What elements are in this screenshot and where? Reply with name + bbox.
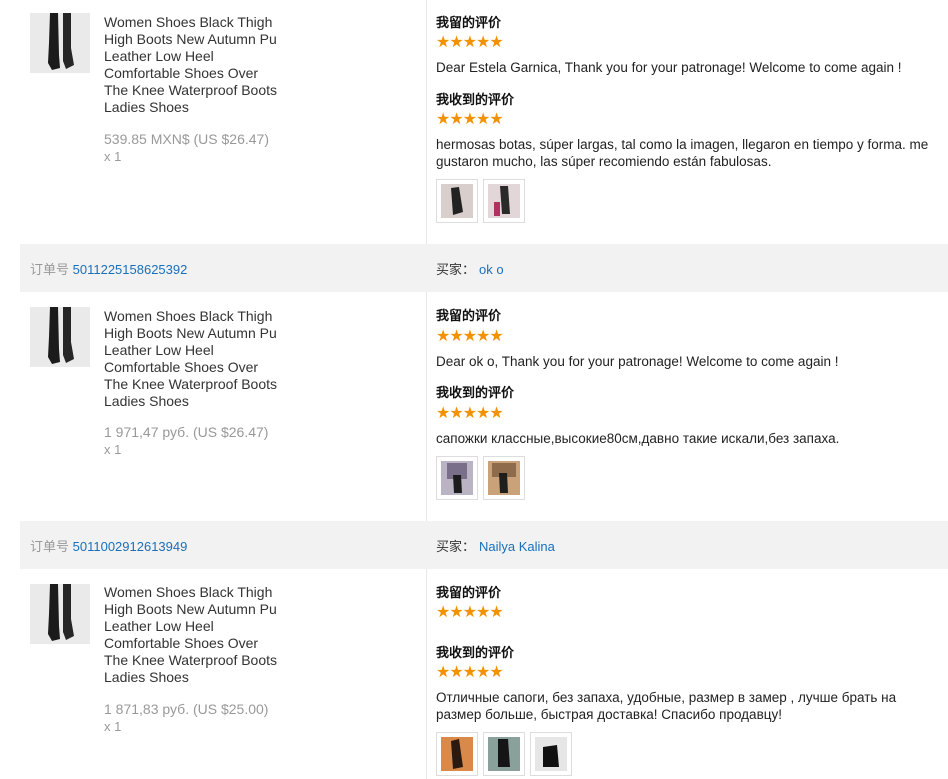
product-price: 1 871,83 руб. (US $25.00) (104, 701, 269, 717)
product-quantity: x 1 (104, 719, 122, 734)
buyer-info: 买家： Nailya Kalina (436, 539, 555, 555)
received-review-label: 我收到的评价 (436, 92, 515, 107)
buyer-label: 买家： (436, 262, 476, 277)
order-number: 订单号 5011225158625392 (30, 262, 187, 278)
review-photo[interactable] (483, 732, 525, 776)
review-photo[interactable] (436, 179, 478, 223)
photo-thumbnail-icon (488, 184, 520, 218)
product-title-link[interactable]: Women Shoes Black Thigh High Boots New A… (104, 584, 284, 686)
product-title-link[interactable]: Women Shoes Black Thigh High Boots New A… (104, 14, 284, 116)
review-photo[interactable] (530, 732, 572, 776)
boots-image-icon (30, 307, 90, 367)
review-photo[interactable] (436, 456, 478, 500)
order-number-link[interactable]: 5011002912613949 (73, 539, 188, 554)
received-review-text: сапожки классные,высокие80см,давно такие… (436, 431, 840, 446)
product-thumbnail[interactable] (30, 584, 90, 644)
review-photo[interactable] (436, 732, 478, 776)
column-divider (426, 292, 427, 521)
order-number-label: 订单号 (30, 262, 70, 277)
product-title-link[interactable]: Women Shoes Black Thigh High Boots New A… (104, 308, 284, 410)
product-thumbnail[interactable] (30, 13, 90, 73)
product-quantity: x 1 (104, 442, 122, 457)
order-number-label: 订单号 (30, 539, 70, 554)
received-rating-stars: ★★★★★ (436, 664, 504, 681)
boots-image-icon (30, 584, 90, 644)
received-review-text: hermosas botas, súper largas, tal como l… (436, 137, 929, 169)
received-rating-stars: ★★★★★ (436, 405, 504, 422)
product-quantity: x 1 (104, 149, 122, 164)
received-rating-stars: ★★★★★ (436, 111, 504, 128)
photo-thumbnail-icon (441, 461, 473, 495)
photo-thumbnail-icon (535, 737, 567, 771)
photo-thumbnail-icon (488, 461, 520, 495)
order-number: 订单号 5011002912613949 (30, 539, 187, 555)
order-review-list: Women Shoes Black Thigh High Boots New A… (20, 0, 948, 779)
column-divider (426, 569, 427, 779)
my-rating-stars: ★★★★★ (436, 328, 504, 345)
order-header: 订单号 5011225158625392 买家： ok o (20, 244, 948, 292)
my-review-label: 我留的评价 (436, 585, 502, 600)
review-photo[interactable] (483, 456, 525, 500)
order-number-link[interactable]: 5011225158625392 (73, 262, 188, 277)
photo-thumbnail-icon (488, 737, 520, 771)
photo-thumbnail-icon (441, 184, 473, 218)
my-review-label: 我留的评价 (436, 15, 502, 30)
received-review-text: Отличные сапоги, без запаха, удобные, ра… (436, 690, 897, 722)
received-review-label: 我收到的评价 (436, 385, 515, 400)
my-rating-stars: ★★★★★ (436, 604, 504, 621)
buyer-name-link[interactable]: ok o (479, 262, 504, 277)
buyer-info: 买家： ok o (436, 262, 504, 278)
buyer-name-link[interactable]: Nailya Kalina (479, 539, 555, 554)
boots-image-icon (30, 13, 90, 73)
review-photo[interactable] (483, 179, 525, 223)
product-thumbnail[interactable] (30, 307, 90, 367)
photo-thumbnail-icon (441, 737, 473, 771)
product-price: 1 971,47 руб. (US $26.47) (104, 424, 269, 440)
product-price: 539.85 MXN$ (US $26.47) (104, 131, 269, 147)
received-review-label: 我收到的评价 (436, 645, 515, 660)
my-review-text: Dear Estela Garnica, Thank you for your … (436, 60, 902, 75)
my-rating-stars: ★★★★★ (436, 34, 504, 51)
my-review-label: 我留的评价 (436, 308, 502, 323)
column-divider (426, 0, 427, 244)
buyer-label: 买家： (436, 539, 476, 554)
order-header: 订单号 5011002912613949 买家： Nailya Kalina (20, 521, 948, 569)
my-review-text: Dear ok o, Thank you for your patronage!… (436, 354, 839, 369)
